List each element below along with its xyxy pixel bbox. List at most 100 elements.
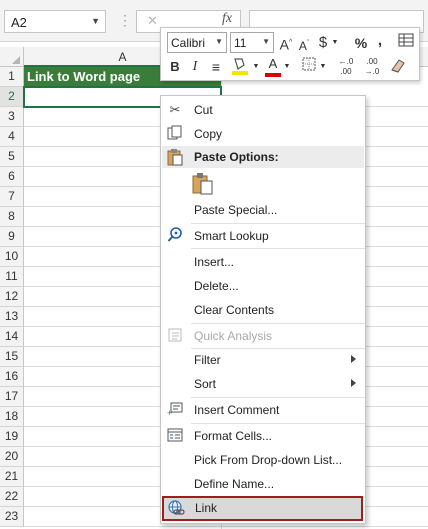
- row-header[interactable]: 2: [0, 87, 24, 107]
- chevron-down-icon: ▼: [215, 37, 223, 46]
- increase-decimal-icon[interactable]: ←.0.00: [335, 57, 357, 77]
- chevron-down-icon[interactable]: ▼: [251, 57, 261, 77]
- decrease-decimal-icon[interactable]: .00 →.0: [361, 57, 383, 77]
- svg-text:+: +: [167, 408, 172, 417]
- menu-item-insert[interactable]: Insert...: [162, 251, 364, 273]
- submenu-arrow-icon: [351, 355, 356, 363]
- menu-item-label: Copy: [194, 127, 223, 141]
- insert-function-icon[interactable]: fx: [222, 11, 232, 27]
- row-header[interactable]: 17: [0, 387, 24, 407]
- menu-item-paste-special[interactable]: Paste Special...: [162, 199, 364, 221]
- row-header[interactable]: 10: [0, 247, 24, 267]
- row-header[interactable]: 1: [0, 67, 24, 87]
- menu-item-label: Delete...: [194, 279, 239, 293]
- menu-item-insert-comment[interactable]: + Insert Comment: [162, 399, 364, 421]
- font-size-value: 11: [234, 36, 247, 50]
- row-header[interactable]: 8: [0, 207, 24, 227]
- menu-item-label: Format Cells...: [194, 429, 273, 443]
- menu-item-pick-from-dropdown[interactable]: Pick From Drop-down List...: [162, 449, 364, 471]
- font-name-value: Calibri: [171, 36, 206, 50]
- row-header[interactable]: 13: [0, 307, 24, 327]
- mini-toolbar: Calibri ▼ 11 ▼ A^ Aˇ $ ▼ % , B I ≡ ▼ A ▼…: [160, 27, 420, 81]
- align-center-icon[interactable]: ≡: [208, 57, 224, 77]
- menu-item-delete[interactable]: Delete...: [162, 275, 364, 297]
- menu-item-cut[interactable]: ✂ Cut: [162, 99, 364, 121]
- increase-font-size-icon[interactable]: A^: [279, 33, 293, 53]
- more-options-icon: ⋮: [118, 12, 133, 28]
- menu-item-label: Cut: [194, 103, 213, 117]
- currency-icon[interactable]: $: [316, 33, 330, 53]
- row-header[interactable]: 15: [0, 347, 24, 367]
- italic-icon[interactable]: I: [188, 57, 202, 77]
- row-header[interactable]: 20: [0, 447, 24, 467]
- chevron-down-icon[interactable]: ▼: [91, 16, 100, 26]
- row-header[interactable]: 23: [0, 507, 24, 527]
- menu-item-label: Paste Options:: [194, 150, 279, 164]
- chevron-down-icon[interactable]: ▼: [318, 57, 328, 77]
- row-header[interactable]: 21: [0, 467, 24, 487]
- chevron-down-icon: ▼: [262, 37, 270, 46]
- chevron-down-icon[interactable]: ▼: [330, 33, 340, 53]
- row-header[interactable]: 6: [0, 167, 24, 187]
- cancel-icon[interactable]: ✕: [147, 13, 158, 29]
- row-header[interactable]: 4: [0, 127, 24, 147]
- bold-icon[interactable]: B: [167, 57, 183, 77]
- menu-separator: [191, 248, 365, 249]
- format-as-table-icon[interactable]: [397, 33, 415, 53]
- menu-item-label: Smart Lookup: [194, 229, 269, 243]
- row-header[interactable]: 18: [0, 407, 24, 427]
- menu-item-label: Filter: [194, 353, 221, 367]
- menu-item-copy[interactable]: Copy: [162, 123, 364, 145]
- font-color-icon[interactable]: A: [265, 55, 281, 77]
- scissors-icon: ✂: [169, 102, 181, 117]
- comma-style-icon[interactable]: ,: [375, 31, 385, 51]
- row-header[interactable]: 11: [0, 267, 24, 287]
- menu-item-label: Insert...: [194, 255, 235, 269]
- row-header[interactable]: 9: [0, 227, 24, 247]
- gridline: [24, 526, 428, 527]
- borders-icon[interactable]: [301, 57, 317, 77]
- menu-item-define-name[interactable]: Define Name...: [162, 473, 364, 495]
- font-name-dropdown[interactable]: Calibri ▼: [167, 32, 227, 53]
- comment-icon: +: [166, 401, 184, 419]
- submenu-arrow-icon: [351, 379, 356, 387]
- menu-item-label: Insert Comment: [194, 403, 280, 417]
- menu-item-sort[interactable]: Sort: [162, 373, 364, 395]
- context-menu: ✂ Cut Copy Paste Options: Paste Special.…: [160, 95, 366, 524]
- menu-item-filter[interactable]: Filter: [162, 349, 364, 371]
- font-size-dropdown[interactable]: 11 ▼: [230, 32, 274, 53]
- row-header[interactable]: 19: [0, 427, 24, 447]
- fill-color-icon[interactable]: [231, 56, 249, 76]
- menu-item-label: Quick Analysis: [194, 329, 273, 343]
- row-header[interactable]: 5: [0, 147, 24, 167]
- menu-item-label: Pick From Drop-down List...: [194, 453, 343, 467]
- row-header[interactable]: 3: [0, 107, 24, 127]
- chevron-down-icon[interactable]: ▼: [282, 57, 292, 77]
- menu-separator: [191, 397, 365, 398]
- menu-item-quick-analysis: Quick Analysis: [162, 325, 364, 347]
- row-header[interactable]: 12: [0, 287, 24, 307]
- menu-item-smart-lookup[interactable]: Smart Lookup: [162, 225, 364, 247]
- paste-options-header: Paste Options:: [162, 146, 364, 168]
- row-header[interactable]: 14: [0, 327, 24, 347]
- percent-icon[interactable]: %: [353, 33, 369, 53]
- decrease-font-size-icon[interactable]: Aˇ: [297, 34, 311, 54]
- select-all-button[interactable]: [0, 47, 24, 67]
- copy-icon: [166, 125, 184, 143]
- menu-item-label: Sort: [194, 377, 217, 391]
- paste-button[interactable]: [191, 172, 215, 196]
- name-box[interactable]: A2 ▼: [4, 10, 106, 33]
- row-header[interactable]: 7: [0, 187, 24, 207]
- menu-item-label: Define Name...: [194, 477, 275, 491]
- menu-item-format-cells[interactable]: Format Cells...: [162, 425, 364, 447]
- row-header[interactable]: 22: [0, 487, 24, 507]
- menu-item-clear-contents[interactable]: Clear Contents: [162, 299, 364, 321]
- paste-icon: [191, 173, 215, 199]
- format-cells-icon: [166, 427, 184, 445]
- menu-item-link[interactable]: Link: [162, 496, 363, 521]
- name-box-value: A2: [11, 15, 27, 30]
- row-header[interactable]: 16: [0, 367, 24, 387]
- menu-separator: [191, 323, 365, 324]
- menu-separator: [191, 423, 365, 424]
- clear-format-icon[interactable]: [389, 56, 407, 76]
